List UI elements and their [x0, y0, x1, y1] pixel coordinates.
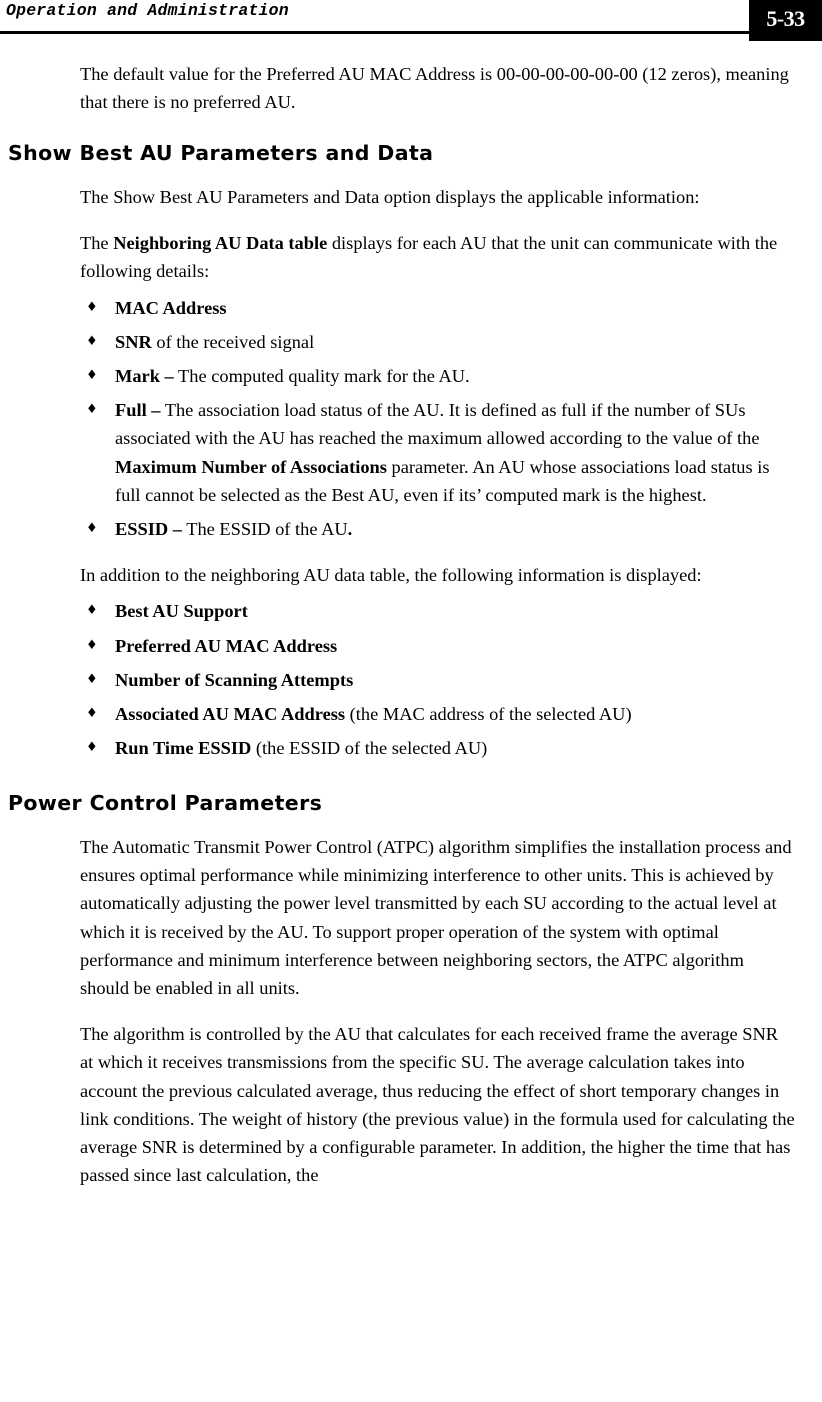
diamond-bullet-icon: ♦: [86, 603, 98, 619]
paragraph-2-prefix: The: [80, 233, 114, 254]
power-control-paragraph-1: The Automatic Transmit Power Control (AT…: [80, 836, 792, 998]
diamond-bullet-icon: ♦: [86, 637, 98, 653]
page-content: The default value for the Preferred AU M…: [0, 60, 822, 1207]
list-item-description: The ESSID of the AU: [181, 518, 348, 539]
section-show-best-au: Show Best AU Parameters and Data: [0, 142, 822, 165]
list-item-term: Mark –: [115, 365, 174, 386]
diamond-bullet-icon: ♦: [86, 740, 98, 756]
section-power-control: Power Control Parameters: [0, 792, 822, 815]
list-item-description: The computed quality mark for the AU.: [173, 365, 470, 386]
list-item-term-secondary: .: [347, 518, 353, 539]
diamond-bullet-icon: ♦: [86, 402, 98, 418]
list-item-term: Associated AU MAC Address: [115, 704, 346, 724]
list-item: ♦ Preferred AU MAC Address: [0, 632, 822, 660]
diamond-bullet-icon: ♦: [86, 671, 98, 687]
page-number-label: 5-33: [766, 6, 805, 31]
show-best-au-paragraph-2: The Neighboring AU Data table displays f…: [0, 229, 822, 285]
list-item-term-secondary: Maximum Number of Associations: [115, 456, 387, 477]
page-number-badge: 5-33: [749, 0, 822, 41]
paragraph-2-emphasis: Neighboring AU Data table: [113, 233, 328, 254]
neighboring-au-data-bullet-list: ♦ MAC Address ♦ SNR of the received signal…: [0, 294, 822, 544]
page-header: Operation and Administration 5-33: [0, 0, 822, 42]
list-item-description: (the ESSID of the selected AU): [251, 738, 488, 759]
diamond-bullet-icon: ♦: [86, 367, 98, 383]
list-item: ♦ Best AU Support: [0, 597, 822, 625]
list-item: ♦ Run Time ESSID (the ESSID of the select…: [0, 734, 822, 762]
list-item-term: ESSID –: [115, 518, 182, 539]
diamond-bullet-icon: ♦: [86, 333, 98, 349]
list-item-description: of the received signal: [151, 331, 315, 352]
list-item-term: MAC Address: [115, 297, 227, 318]
show-best-au-paragraph-1: The Show Best AU Parameters and Data opt…: [80, 186, 700, 207]
list-item-term: Run Time ESSID: [115, 738, 252, 759]
list-item-term: Best AU Support: [115, 601, 248, 622]
list-item: ♦ Mark – The computed quality mark for th…: [0, 362, 822, 390]
list-item-term: Number of Scanning Attempts: [115, 669, 354, 690]
power-control-paragraph-2: The algorithm is controlled by the AU th…: [80, 1024, 795, 1186]
header-chapter-title: Operation and Administration: [6, 1, 289, 20]
show-best-au-paragraph-3: In addition to the neighboring AU data t…: [80, 565, 702, 586]
list-item: ♦ Number of Scanning Attempts: [0, 666, 822, 694]
list-item: ♦ SNR of the received signal: [0, 328, 822, 356]
list-item: ♦ MAC Address: [0, 294, 822, 322]
list-item-term: Full –: [115, 400, 161, 421]
additional-information-bullet-list: ♦ Best AU Support ♦ Preferred AU MAC Addre…: [0, 597, 822, 762]
diamond-bullet-icon: ♦: [86, 706, 98, 721]
list-item-term: SNR: [115, 331, 152, 352]
list-item: ♦ ESSID – The ESSID of the AU.: [0, 515, 822, 543]
diamond-bullet-icon: ♦: [86, 299, 98, 315]
list-item: ♦ Associated AU MAC Address (the MAC addr…: [0, 700, 822, 728]
header-divider-rule: [0, 31, 790, 34]
diamond-bullet-icon: ♦: [86, 520, 98, 536]
list-item-description: (the MAC address of the selected AU): [345, 704, 632, 724]
list-item-term: Preferred AU MAC Address: [115, 635, 338, 656]
list-item: ♦ Full – The association load status of t…: [0, 396, 822, 509]
heading-power-control-parameters: Power Control Parameters: [8, 791, 323, 816]
heading-show-best-au: Show Best AU Parameters and Data: [8, 141, 434, 166]
intro-paragraph: The default value for the Preferred AU M…: [80, 64, 789, 113]
list-item-description: The association load status of the AU. I…: [115, 400, 760, 449]
